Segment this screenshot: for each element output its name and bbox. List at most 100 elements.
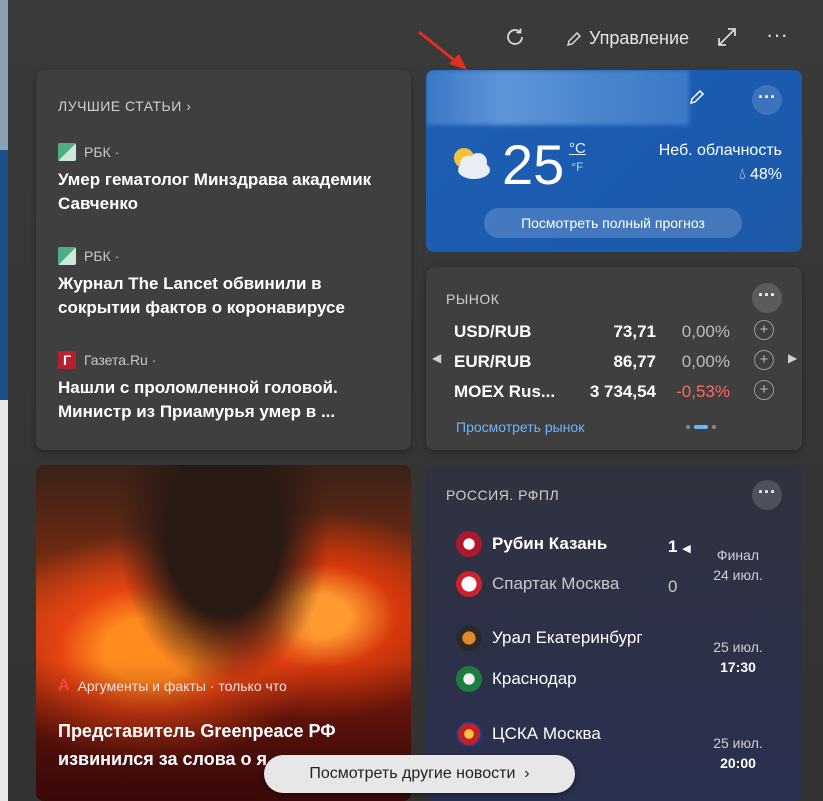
- ural-logo-icon: [456, 625, 482, 651]
- add-to-watchlist-icon[interactable]: +: [754, 380, 774, 400]
- story-headline[interactable]: Журнал The Lancet обвинили в сокрытии фа…: [58, 272, 388, 320]
- home-score-value: 1: [668, 537, 678, 556]
- edit-location-icon[interactable]: [688, 88, 706, 111]
- team-row[interactable]: ЦСКА Москва: [456, 721, 601, 747]
- market-row[interactable]: USD/RUB 73,71 0,00% +: [454, 318, 774, 348]
- blurred-location-label: [426, 70, 689, 125]
- manage-button[interactable]: Управление: [565, 28, 689, 49]
- droplet-icon: 💧︎: [739, 166, 746, 183]
- home-score: 1 ◀: [668, 537, 691, 557]
- more-options-icon[interactable]: ···: [766, 22, 788, 48]
- add-to-watchlist-icon[interactable]: +: [754, 350, 774, 370]
- chevron-right-icon: ›: [519, 765, 530, 782]
- celsius-unit[interactable]: °C: [569, 140, 586, 158]
- market-more-button[interactable]: ···: [752, 283, 782, 313]
- ticker-change: -0,53%: [676, 382, 730, 401]
- full-forecast-button[interactable]: Посмотреть полный прогноз: [484, 208, 742, 238]
- feature-story-card[interactable]: A Аргументы и факты · только что Предста…: [36, 465, 411, 801]
- expand-icon[interactable]: [716, 26, 738, 54]
- team-name: Урал Екатеринбург: [492, 628, 643, 647]
- top-stories-card: ЛУЧШИЕ СТАТЬИ › РБК · Умер гематолог Мин…: [36, 70, 411, 450]
- krasnodar-logo-icon: [456, 666, 482, 692]
- match-date: 25 июл.: [713, 639, 763, 655]
- story-item[interactable]: Г Газета.Ru · Нашли с проломленной голово…: [58, 350, 388, 424]
- story-source: РБК ·: [84, 248, 120, 264]
- team-row[interactable]: Краснодар: [456, 666, 577, 692]
- ticker-value: 73,71: [613, 322, 656, 341]
- carousel-pager: [686, 425, 716, 429]
- winner-indicator-icon: ◀: [682, 543, 691, 555]
- sports-more-button[interactable]: ···: [752, 480, 782, 510]
- next-arrow-icon[interactable]: ▶: [788, 351, 797, 365]
- market-row[interactable]: MOEX Rus... 3 734,54 -0,53% +: [454, 378, 774, 408]
- pager-dot-active[interactable]: [694, 425, 708, 429]
- ticker-change: 0,00%: [681, 322, 730, 341]
- story-item[interactable]: РБК · Журнал The Lancet обвинили в сокры…: [58, 246, 388, 320]
- ticker-name: EUR/RUB: [454, 352, 532, 371]
- manage-label: Управление: [589, 28, 690, 48]
- ticker-name: USD/RUB: [454, 322, 532, 341]
- rbk-logo-icon: [58, 143, 76, 161]
- weather-card[interactable]: ··· 25 °C °F Неб. облачность 💧︎ 48% Посм…: [426, 70, 802, 252]
- ticker-value: 86,77: [613, 352, 656, 371]
- story-headline[interactable]: Умер гематолог Минздрава академик Савчен…: [58, 168, 388, 216]
- background-page-strip: [0, 0, 8, 801]
- match-status-text: Финал: [716, 547, 760, 563]
- rbk-logo-icon: [58, 247, 76, 265]
- match-date: 24 июл.: [713, 567, 763, 583]
- match-time: 17:30: [720, 659, 756, 675]
- feature-source-text: Аргументы и факты · только что: [77, 678, 287, 694]
- team-row[interactable]: Урал Екатеринбург: [456, 625, 643, 651]
- weather-condition: Неб. облачность: [658, 142, 782, 159]
- top-stories-title-text: ЛУЧШИЕ СТАТЬИ: [58, 98, 182, 114]
- story-headline[interactable]: Нашли с проломленной головой. Министр из…: [58, 376, 388, 424]
- more-news-label: Посмотреть другие новости: [309, 765, 516, 782]
- ticker-name: MOEX Rus...: [454, 382, 556, 401]
- team-name: ЦСКА Москва: [492, 724, 601, 743]
- match-time: 20:00: [720, 755, 756, 771]
- sports-title: РОССИЯ. РФПЛ: [446, 487, 560, 503]
- humidity: 💧︎ 48%: [739, 166, 782, 184]
- match-status: Финал 24 июл.: [698, 545, 778, 585]
- panel-toolbar: Управление ···: [8, 18, 823, 70]
- top-stories-title[interactable]: ЛУЧШИЕ СТАТЬИ ›: [58, 98, 191, 114]
- view-market-link[interactable]: Просмотреть рынок: [456, 419, 584, 435]
- rubin-logo-icon: [456, 531, 482, 557]
- story-item[interactable]: РБК · Умер гематолог Минздрава академик …: [58, 142, 388, 216]
- ticker-change: 0,00%: [681, 352, 730, 371]
- refresh-icon[interactable]: [504, 26, 526, 54]
- more-news-button[interactable]: Посмотреть другие новости ›: [264, 755, 575, 793]
- market-row[interactable]: EUR/RUB 86,77 0,00% +: [454, 348, 774, 378]
- pencil-icon: [566, 31, 582, 46]
- fahrenheit-unit[interactable]: °F: [569, 158, 586, 176]
- spartak-logo-icon: [456, 571, 482, 597]
- match-schedule: 25 июл. 17:30: [698, 637, 778, 677]
- market-title: РЫНОК: [446, 291, 500, 307]
- prev-arrow-icon[interactable]: ◀: [432, 351, 441, 365]
- chevron-right-icon: ›: [186, 98, 192, 114]
- weather-more-button[interactable]: ···: [752, 85, 782, 115]
- temperature-value: 25: [502, 133, 565, 196]
- temperature-unit-toggle[interactable]: °C °F: [569, 140, 586, 176]
- story-source: РБК ·: [84, 144, 120, 160]
- aif-logo-icon: A: [58, 677, 70, 694]
- gazeta-logo-icon: Г: [58, 351, 76, 369]
- match-date: 25 июл.: [713, 735, 763, 751]
- market-card: РЫНОК ··· ◀ ▶ USD/RUB 73,71 0,00% + EUR/…: [426, 267, 802, 450]
- news-interests-panel: Управление ··· ЛУЧШИЕ СТАТЬИ › РБК · Уме…: [8, 0, 823, 801]
- away-score: 0: [668, 577, 678, 596]
- match-schedule: 25 июл. 20:00: [698, 733, 778, 773]
- team-row[interactable]: Спартак Москва: [456, 571, 619, 597]
- pager-dot[interactable]: [686, 425, 690, 429]
- cska-logo-icon: [456, 721, 482, 747]
- team-name: Краснодар: [492, 669, 577, 688]
- story-source: Газета.Ru ·: [84, 352, 157, 368]
- pager-dot[interactable]: [712, 425, 716, 429]
- sports-card: РОССИЯ. РФПЛ ··· Рубин Казань 1 ◀ Спарта…: [426, 465, 802, 801]
- team-name: Спартак Москва: [492, 574, 620, 593]
- team-name: Рубин Казань: [492, 534, 608, 553]
- add-to-watchlist-icon[interactable]: +: [754, 320, 774, 340]
- ticker-value: 3 734,54: [589, 382, 656, 401]
- partly-cloudy-icon: [454, 148, 490, 179]
- team-row[interactable]: Рубин Казань: [456, 531, 607, 557]
